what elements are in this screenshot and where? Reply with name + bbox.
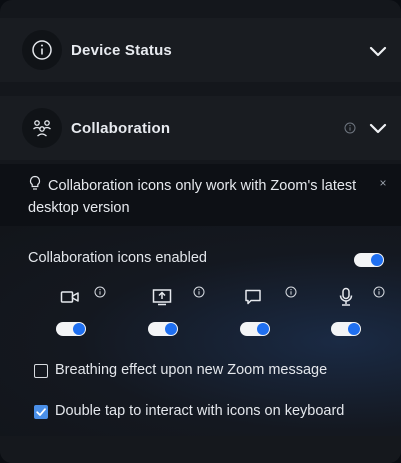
- double-tap-checkbox[interactable]: [34, 405, 48, 419]
- collaboration-icons-toggle[interactable]: [354, 253, 384, 267]
- info-icon[interactable]: [193, 286, 205, 298]
- lightbulb-icon: [29, 175, 41, 190]
- panel-footer: [0, 436, 401, 463]
- check-icon: [36, 408, 46, 416]
- zoom-version-notice: Collaboration icons only work with Zoom'…: [0, 164, 401, 226]
- info-icon: [32, 40, 52, 60]
- collaboration-settings: Collaboration icons enabled Breathing ef…: [0, 226, 401, 436]
- notice-text: Collaboration icons only work with Zoom'…: [28, 178, 357, 216]
- microphone-icon-toggle[interactable]: [331, 322, 361, 336]
- chat-icon-toggle[interactable]: [240, 322, 270, 336]
- video-icon-toggle[interactable]: [56, 322, 86, 336]
- close-icon[interactable]: ×: [375, 175, 391, 191]
- microphone-icon: [339, 287, 353, 306]
- settings-panel: Device Status Collaboration Collaboratio…: [0, 0, 401, 463]
- collaboration-icon-container: [22, 108, 62, 148]
- chevron-down-icon[interactable]: [367, 117, 389, 139]
- share-icon-toggle[interactable]: [148, 322, 178, 336]
- device-status-header[interactable]: Device Status: [0, 18, 401, 82]
- collaboration-header[interactable]: Collaboration: [0, 96, 401, 160]
- collaboration-title: Collaboration: [71, 120, 171, 137]
- collaboration-icons-enabled-label: Collaboration icons enabled: [28, 250, 207, 266]
- video-camera-icon: [60, 291, 79, 303]
- breathing-effect-checkbox[interactable]: [34, 364, 48, 378]
- info-icon[interactable]: [373, 286, 385, 298]
- info-icon[interactable]: [344, 122, 356, 134]
- info-icon[interactable]: [94, 286, 106, 298]
- breathing-effect-label: Breathing effect upon new Zoom message: [55, 362, 328, 378]
- chevron-down-icon[interactable]: [367, 40, 389, 62]
- device-status-title: Device Status: [71, 42, 172, 59]
- info-icon[interactable]: [285, 286, 297, 298]
- double-tap-label: Double tap to interact with icons on key…: [55, 403, 345, 419]
- chat-icon: [245, 289, 261, 305]
- people-group-icon: [33, 120, 51, 137]
- device-status-icon-container: [22, 30, 62, 70]
- share-screen-icon: [152, 289, 172, 306]
